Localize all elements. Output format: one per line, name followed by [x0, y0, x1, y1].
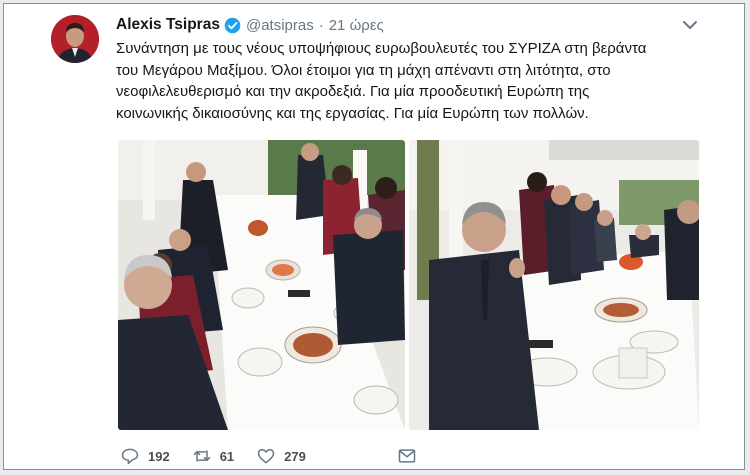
author-handle[interactable]: @atsipras — [246, 17, 314, 34]
tweet-actions: 192 61 279 — [120, 446, 328, 466]
retweet-count: 61 — [219, 448, 235, 464]
reply-count: 192 — [148, 448, 170, 464]
meeting-photo-left — [118, 140, 405, 430]
envelope-icon[interactable] — [397, 446, 417, 466]
meeting-photo-right — [409, 140, 699, 430]
tweet-header: Alexis Tsipras @atsipras · 21 ώρες — [116, 14, 384, 36]
reply-button[interactable]: 192 — [120, 446, 170, 466]
author-name[interactable]: Alexis Tsipras — [116, 16, 220, 34]
like-button[interactable]: 279 — [256, 446, 306, 466]
avatar[interactable] — [51, 15, 99, 63]
profile-photo — [51, 15, 99, 63]
like-count: 279 — [284, 448, 306, 464]
chevron-down-icon[interactable] — [682, 18, 698, 32]
photo-left[interactable] — [118, 140, 405, 430]
photo-right[interactable] — [409, 140, 699, 430]
heart-icon — [257, 449, 275, 464]
reply-icon — [121, 448, 139, 465]
timestamp[interactable]: 21 ώρες — [329, 17, 384, 34]
retweet-icon — [193, 450, 210, 462]
separator-dot: · — [318, 16, 324, 34]
tweet-text: Συνάντηση με τους νέους υποψήφιους ευρωβ… — [116, 40, 647, 122]
retweet-button[interactable]: 61 — [192, 446, 234, 466]
verified-badge-icon — [224, 17, 241, 33]
